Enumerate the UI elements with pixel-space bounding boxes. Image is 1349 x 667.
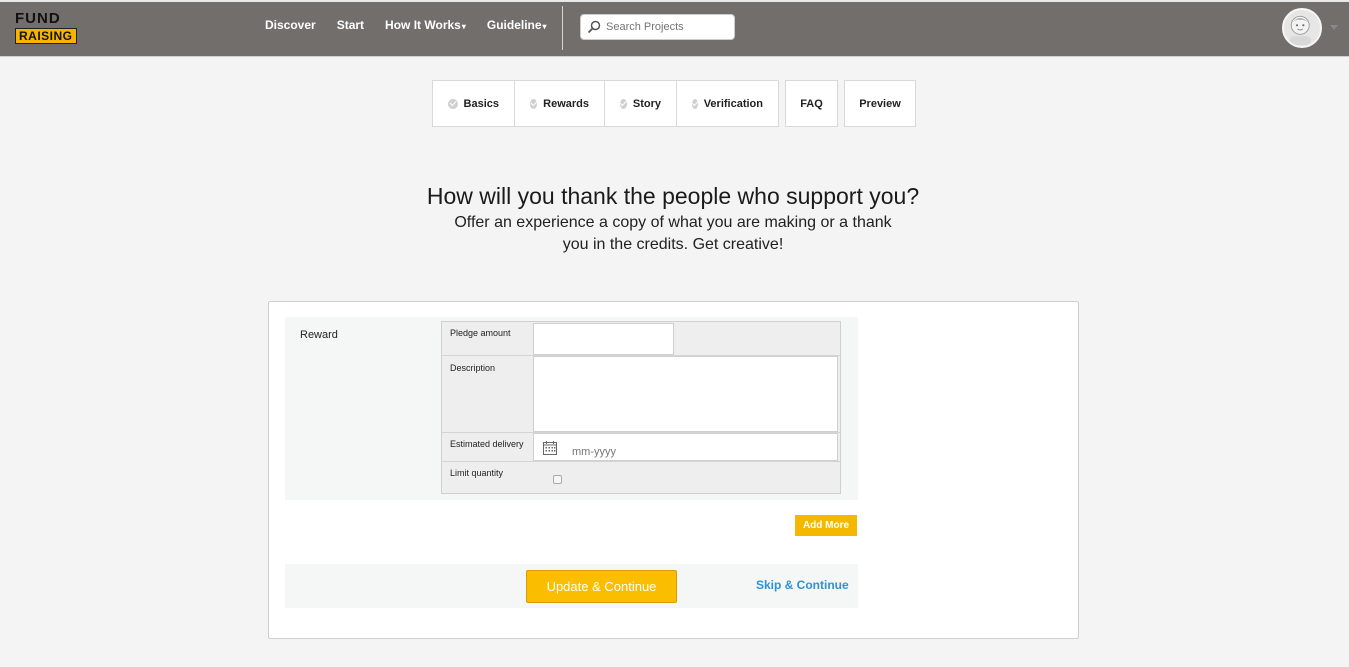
limit-label: Limit quantity [450, 468, 504, 478]
delivery-label: Estimated delivery [450, 439, 524, 449]
description-field-wrap [533, 356, 838, 432]
limit-quantity-checkbox[interactable] [553, 475, 562, 484]
reward-fields: Pledge amount Description Estimated deli… [441, 321, 871, 494]
description-textarea[interactable] [534, 357, 837, 431]
check-circle-icon [620, 98, 627, 109]
pledge-label: Pledge amount [450, 328, 511, 338]
search-input[interactable] [606, 18, 731, 36]
nav-start-label: Start [336, 18, 365, 32]
step-group: Basics Rewards Story Verification [432, 80, 779, 127]
project-steps: Basics Rewards Story Verification FAQ Pr… [432, 80, 916, 127]
form-action-bar: Update & Continue Skip & Continue [285, 564, 858, 608]
update-continue-button[interactable]: Update & Continue [526, 570, 677, 603]
nav-how-it-works-label: How It Works [385, 18, 461, 32]
reward-form-card: Reward Pledge amount Description Estimat… [268, 301, 1079, 639]
calendar-icon[interactable] [543, 441, 557, 455]
nav-guideline-label: Guideline [486, 18, 542, 32]
skip-continue-link[interactable]: Skip & Continue [756, 578, 849, 592]
avatar-dropdown-icon[interactable] [1330, 25, 1338, 30]
pledge-row: Pledge amount [442, 322, 840, 356]
limit-row: Limit quantity [442, 462, 840, 493]
tab-faq[interactable]: FAQ [785, 80, 838, 127]
user-avatar-icon [1289, 15, 1311, 46]
nav-discover[interactable]: Discover [265, 18, 316, 32]
delivery-row: Estimated delivery [442, 433, 871, 465]
check-circle-icon [692, 98, 698, 109]
logo-line-1: FUND [15, 10, 61, 27]
tab-rewards[interactable]: Rewards [515, 81, 605, 126]
tab-verification[interactable]: Verification [677, 81, 778, 126]
tab-preview[interactable]: Preview [844, 80, 916, 127]
tab-basics[interactable]: Basics [433, 81, 515, 126]
tab-verification-label: Verification [703, 97, 763, 110]
delivery-field-wrap [533, 433, 871, 465]
description-label: Description [450, 363, 496, 373]
nav-discover-label: Discover [265, 18, 316, 32]
search-icon [587, 20, 601, 34]
tab-rewards-label: Rewards [543, 97, 589, 110]
logo-line-2: RAISING [15, 28, 77, 44]
tab-basics-label: Basics [463, 97, 499, 110]
top-navbar: FUND RAISING Discover Start How It Works… [0, 0, 1349, 57]
search-box[interactable] [580, 14, 735, 40]
main-nav: Discover Start How It Works▾ Guideline▾ [265, 18, 568, 32]
nav-start[interactable]: Start [337, 18, 364, 32]
nav-divider [562, 6, 563, 50]
nav-guideline[interactable]: Guideline▾ [487, 18, 547, 32]
chevron-down-icon: ▾ [461, 22, 466, 31]
tab-faq-label: FAQ [800, 97, 823, 110]
check-circle-icon [448, 98, 458, 109]
tab-preview-label: Preview [859, 97, 901, 110]
add-more-button[interactable]: Add More [795, 515, 857, 536]
reward-section-label: Reward [300, 329, 338, 341]
pledge-amount-input[interactable] [534, 324, 673, 354]
page-title: How will you thank the people who suppor… [426, 183, 920, 209]
tab-story-label: Story [632, 97, 661, 110]
page-subtitle: Offer an experience a copy of what you a… [454, 214, 892, 253]
tab-story[interactable]: Story [605, 81, 677, 126]
site-logo[interactable]: FUND RAISING [15, 11, 83, 45]
chevron-down-icon: ▾ [542, 22, 547, 31]
user-avatar[interactable] [1282, 8, 1322, 48]
reward-panel: Reward Pledge amount Description Estimat… [285, 317, 871, 500]
nav-how-it-works[interactable]: How It Works▾ [385, 18, 466, 32]
description-row: Description [442, 356, 840, 433]
check-circle-icon [530, 98, 538, 109]
pledge-field-wrap [533, 323, 674, 355]
